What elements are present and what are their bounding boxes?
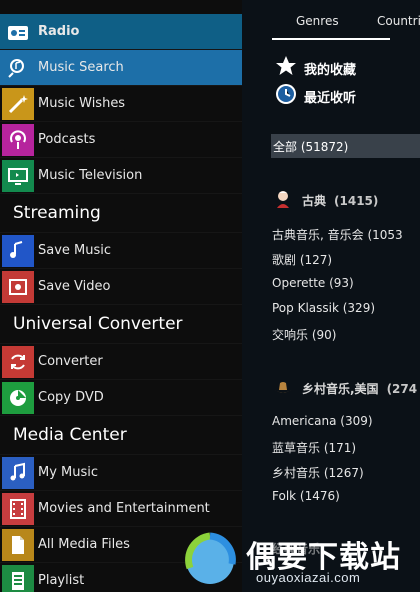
save-music-icon: [2, 234, 34, 267]
list-item[interactable]: Americana (309): [272, 414, 373, 428]
tab-underline: [272, 38, 390, 40]
composer-icon: [272, 188, 294, 213]
country-title: 乡村音乐,美国: [302, 382, 379, 396]
classical-heading[interactable]: 古典 (1415): [272, 188, 378, 213]
magic-wand-icon: [2, 87, 34, 120]
country-heading[interactable]: 乡村音乐,美国 (274: [272, 376, 417, 401]
sidebar-item-label: Radio: [38, 24, 80, 39]
list-item[interactable]: 蓝草音乐 (171): [272, 439, 356, 456]
section-heading-universal-converter: Universal Converter: [0, 305, 242, 344]
classical-count: (1415): [334, 193, 379, 208]
sidebar-item-label: Podcasts: [38, 132, 96, 147]
list-item[interactable]: 古典音乐, 音乐会 (1053: [272, 226, 403, 243]
sidebar-item-label: Movies and Entertainment: [38, 501, 210, 516]
sidebar-item-label: Save Video: [38, 279, 111, 294]
clock-icon: [274, 82, 298, 110]
film-icon: [2, 492, 34, 525]
search-note-icon: [2, 52, 34, 84]
watermark-subtitle: ouyaoxiazai.com: [256, 570, 361, 585]
music-note-icon: [2, 456, 34, 489]
sidebar-item-podcasts[interactable]: Podcasts: [0, 122, 242, 158]
star-icon: [274, 54, 298, 82]
section-heading-media-center: Media Center: [0, 416, 242, 455]
list-item[interactable]: Operette (93): [272, 276, 354, 290]
podcast-icon: [2, 123, 34, 156]
recent-row[interactable]: 最近收听: [274, 82, 356, 110]
classical-title: 古典: [302, 194, 327, 208]
favorites-row[interactable]: 我的收藏: [274, 54, 356, 82]
country-count: (274: [386, 381, 418, 396]
sidebar-item-music-wishes[interactable]: Music Wishes: [0, 86, 242, 122]
sidebar-item-label: Playlist: [38, 573, 85, 588]
tv-icon: [2, 159, 34, 192]
tab-countries[interactable]: Countri: [377, 14, 420, 28]
sidebar-item-label: All Media Files: [38, 537, 130, 552]
list-item[interactable]: Folk (1476): [272, 489, 340, 503]
sidebar-item-music-television[interactable]: Music Television: [0, 158, 242, 194]
sidebar-item-music-search[interactable]: Music Search: [0, 50, 242, 86]
tab-genres[interactable]: Genres: [296, 14, 339, 28]
list-item[interactable]: Pop Klassik (329): [272, 301, 375, 315]
sidebar-top-strip: [0, 0, 242, 14]
all-genres-bar[interactable]: 全部 (51872): [271, 134, 420, 158]
sidebar-item-radio[interactable]: Radio: [0, 14, 242, 50]
converter-icon: [2, 345, 34, 378]
save-video-icon: [2, 270, 34, 303]
main-panel: Genres Countri 我的收藏 最近收听 全部 (51872) 古典 (…: [242, 0, 420, 592]
list-item[interactable]: 乡村音乐 (1267): [272, 464, 364, 481]
sidebar-item-label: Copy DVD: [38, 390, 104, 405]
sidebar-item-save-music[interactable]: Save Music: [0, 233, 242, 269]
favorites-label: 我的收藏: [304, 62, 357, 78]
sidebar-item-playlist[interactable]: Playlist: [0, 563, 242, 592]
sidebar-item-my-music[interactable]: My Music: [0, 455, 242, 491]
cowboy-hat-icon: [272, 376, 294, 401]
section-heading-streaming: Streaming: [0, 194, 242, 233]
sidebar-item-all-media-files[interactable]: All Media Files: [0, 527, 242, 563]
sidebar-item-label: Converter: [38, 354, 103, 369]
sidebar: Radio Music Search Music Wishes Podcasts…: [0, 0, 242, 592]
sidebar-item-label: Music Wishes: [38, 96, 126, 111]
sidebar-item-label: My Music: [38, 465, 99, 480]
radio-icon: [2, 16, 34, 48]
list-item[interactable]: 歌剧 (127): [272, 251, 332, 268]
playlist-icon: [2, 564, 34, 592]
sidebar-item-converter[interactable]: Converter: [0, 344, 242, 380]
dvd-icon: [2, 381, 34, 414]
sidebar-item-save-video[interactable]: Save Video: [0, 269, 242, 305]
file-icon: [2, 528, 34, 561]
sidebar-item-movies[interactable]: Movies and Entertainment: [0, 491, 242, 527]
recent-label: 最近收听: [304, 90, 357, 106]
sidebar-item-label: Save Music: [38, 243, 112, 258]
list-item[interactable]: 交响乐 (90): [272, 326, 336, 343]
sidebar-item-label: Music Television: [38, 168, 143, 183]
sidebar-item-label: Music Search: [38, 60, 124, 75]
sidebar-item-copy-dvd[interactable]: Copy DVD: [0, 380, 242, 416]
